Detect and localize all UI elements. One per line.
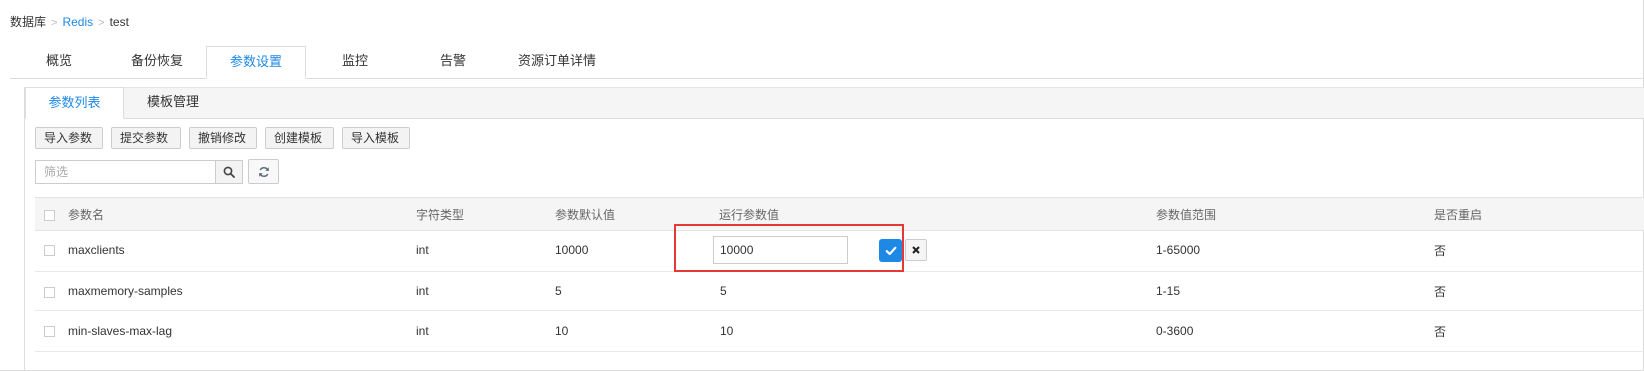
row-checkbox[interactable] <box>44 326 55 337</box>
param-range: 1-15 <box>1156 284 1181 298</box>
close-icon <box>912 246 920 254</box>
param-restart: 否 <box>1434 324 1447 339</box>
search-button[interactable] <box>215 160 243 184</box>
header-type: 字符类型 <box>416 207 465 222</box>
breadcrumb-instance: test <box>109 15 129 29</box>
confirm-edit-button[interactable] <box>879 239 902 262</box>
header-restart-required: 是否重启 <box>1434 207 1483 222</box>
main-tabs: 概览 备份恢复 参数设置 监控 告警 资源订单详情 <box>10 46 1644 79</box>
refresh-button[interactable] <box>248 159 279 184</box>
tab-alarm[interactable]: 告警 <box>404 46 502 78</box>
param-restart: 否 <box>1434 284 1447 299</box>
param-name: maxclients <box>68 243 125 257</box>
header-param-name: 参数名 <box>68 207 105 222</box>
running-value-input[interactable] <box>713 236 848 264</box>
param-type: int <box>416 243 429 257</box>
undo-changes-button[interactable]: 撤销修改 <box>189 127 257 149</box>
row-checkbox[interactable] <box>44 245 55 256</box>
table-row: min-slaves-max-lag int 10 10 0-3600 否 <box>35 311 1644 352</box>
tab-overview[interactable]: 概览 <box>10 46 108 78</box>
select-all-checkbox[interactable] <box>44 210 55 221</box>
param-default: 10 <box>555 324 569 338</box>
check-icon <box>885 246 896 255</box>
param-running[interactable]: 10 <box>720 311 733 351</box>
tab-monitoring[interactable]: 监控 <box>306 46 404 78</box>
header-default-value: 参数默认值 <box>555 207 616 222</box>
tab-resource-order-details[interactable]: 资源订单详情 <box>502 46 612 78</box>
breadcrumb-separator: > <box>98 17 105 29</box>
param-restart: 否 <box>1434 243 1447 258</box>
param-running[interactable]: 5 <box>720 272 727 310</box>
tab-backup-restore[interactable]: 备份恢复 <box>108 46 206 78</box>
table-row: maxmemory-samples int 5 5 1-15 否 <box>35 272 1644 311</box>
import-template-button[interactable]: 导入模板 <box>342 127 410 149</box>
header-value-range: 参数值范围 <box>1156 207 1217 222</box>
row-checkbox[interactable] <box>44 287 55 298</box>
param-type: int <box>416 284 429 298</box>
breadcrumb-root[interactable]: 数据库 <box>10 15 46 29</box>
param-default: 5 <box>555 284 562 298</box>
breadcrumb: 数据库 > Redis > test <box>10 13 129 30</box>
submit-params-button[interactable]: 提交参数 <box>111 127 181 149</box>
subtab-parameter-list[interactable]: 参数列表 <box>25 87 124 119</box>
refresh-icon <box>258 166 269 177</box>
sub-tabs: 参数列表 模板管理 <box>25 87 1644 119</box>
param-name: min-slaves-max-lag <box>68 324 173 338</box>
import-params-button[interactable]: 导入参数 <box>35 127 103 149</box>
param-type: int <box>416 324 429 338</box>
filter-input[interactable] <box>35 160 216 184</box>
cancel-edit-button[interactable] <box>905 239 927 261</box>
create-template-button[interactable]: 创建模板 <box>265 127 334 149</box>
tab-parameter-settings[interactable]: 参数设置 <box>206 46 306 79</box>
param-name: maxmemory-samples <box>68 284 183 298</box>
param-range: 1-65000 <box>1156 243 1201 257</box>
breadcrumb-engine[interactable]: Redis <box>62 15 93 29</box>
search-icon <box>223 166 235 178</box>
param-range: 0-3600 <box>1156 324 1194 338</box>
param-default: 10000 <box>555 243 589 257</box>
subtab-template-management[interactable]: 模板管理 <box>124 87 222 118</box>
breadcrumb-separator: > <box>51 17 58 29</box>
